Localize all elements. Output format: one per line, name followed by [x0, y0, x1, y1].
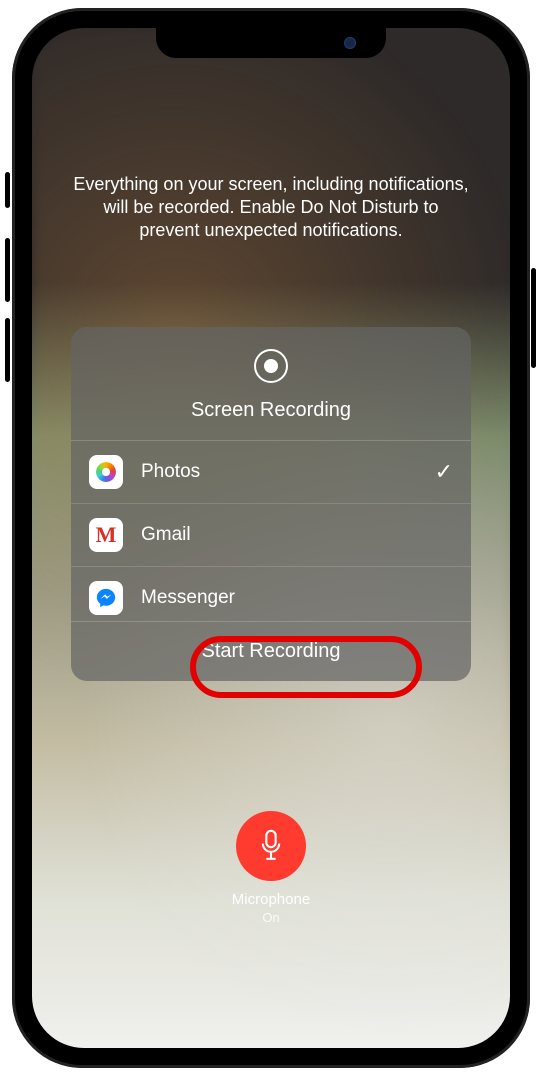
volume-down-button[interactable] [5, 318, 10, 382]
microphone-button[interactable] [236, 811, 306, 881]
microphone-label: Microphone [171, 891, 371, 908]
device-notch [156, 28, 386, 58]
app-row-gmail[interactable]: M Gmail [71, 504, 471, 567]
start-recording-button[interactable]: Start Recording [71, 621, 471, 681]
mute-switch[interactable] [5, 172, 10, 208]
app-label: Gmail [141, 524, 453, 546]
recording-warning-text: Everything on your screen, including not… [71, 173, 471, 242]
app-label: Messenger [141, 587, 453, 609]
screen-recording-sheet: Screen Recording Photos ✓ M Gmail Messen… [71, 327, 471, 681]
photos-app-icon [89, 455, 123, 489]
front-camera [344, 37, 356, 49]
phone-frame: Everything on your screen, including not… [12, 8, 530, 1068]
microphone-toggle-area: Microphone On [171, 811, 371, 925]
app-row-photos[interactable]: Photos ✓ [71, 441, 471, 504]
screen: Everything on your screen, including not… [32, 28, 510, 1048]
sheet-title: Screen Recording [71, 399, 471, 422]
app-label: Photos [141, 461, 417, 483]
app-row-messenger[interactable]: Messenger [71, 567, 471, 629]
volume-up-button[interactable] [5, 238, 10, 302]
microphone-status: On [171, 910, 371, 925]
start-recording-label: Start Recording [202, 640, 341, 662]
microphone-icon [257, 828, 285, 864]
sheet-header: Screen Recording [71, 327, 471, 441]
power-button[interactable] [531, 268, 536, 368]
gmail-app-icon: M [89, 518, 123, 552]
messenger-app-icon [89, 581, 123, 615]
app-list[interactable]: Photos ✓ M Gmail Messenger [71, 441, 471, 629]
checkmark-icon: ✓ [435, 459, 453, 485]
record-icon [254, 349, 288, 383]
